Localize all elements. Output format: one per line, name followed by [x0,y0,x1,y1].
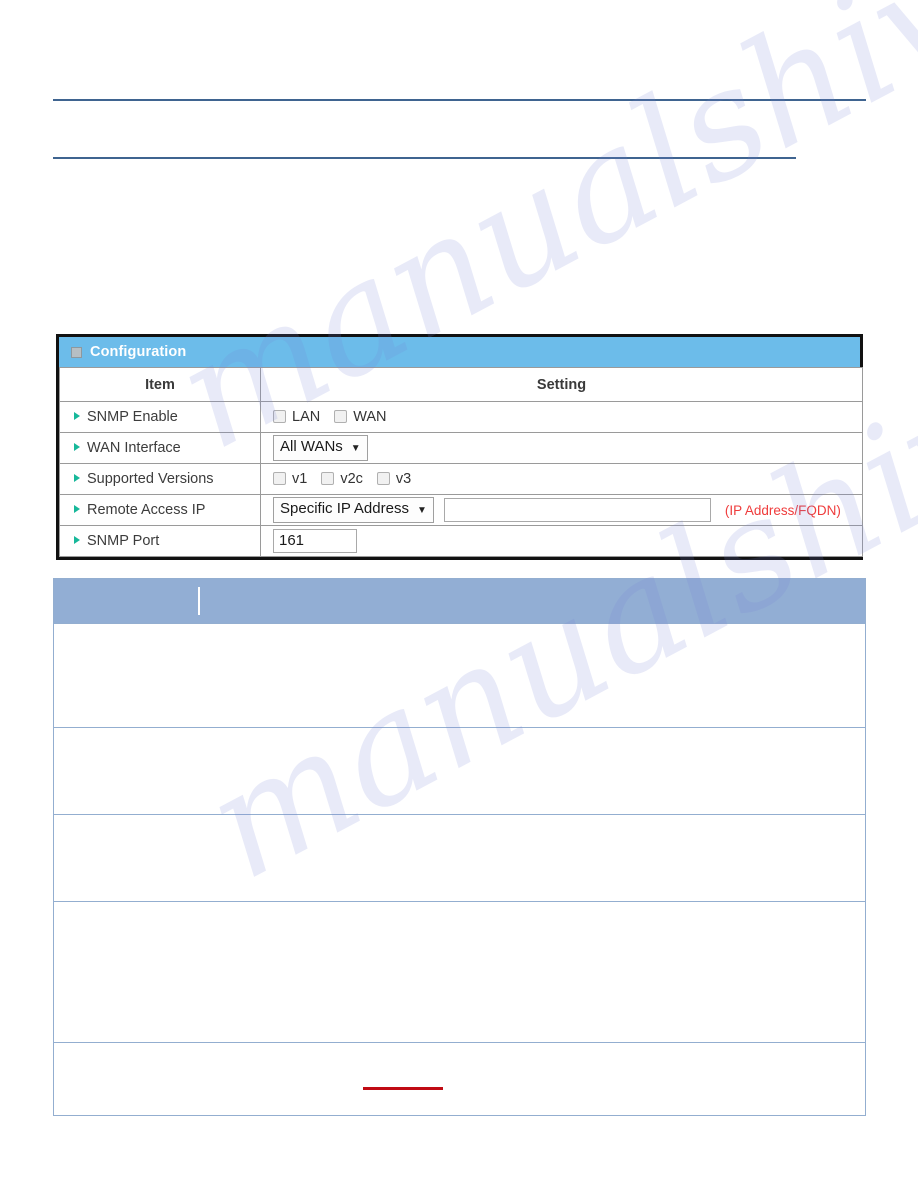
wan-interface-select-value: All WANs [280,438,343,455]
checkbox-wan[interactable] [334,410,348,423]
table-row: SNMP Port 161 [59,525,863,557]
header-divider-second [53,157,796,159]
remote-access-ip-select[interactable]: Specific IP Address ▼ [273,497,434,523]
bullet-arrow-icon [74,505,80,513]
description-row [54,814,865,901]
column-header-setting: Setting [260,367,863,402]
row-setting-wan-interface: All WANs ▼ [260,432,863,464]
chevron-down-icon: ▼ [350,443,361,454]
checkbox-label-wan: WAN [353,409,387,425]
row-setting-snmp-port: 161 [260,525,863,557]
description-row [54,1042,865,1115]
checkbox-label-v1: v1 [292,471,308,487]
bullet-arrow-icon [74,412,80,420]
table-row: Remote Access IP Specific IP Address ▼ (I… [59,494,863,526]
row-setting-supported-versions: v1 v2c v3 [260,463,863,495]
bullet-arrow-icon [74,474,80,482]
checkbox-lan[interactable] [273,410,286,423]
header-divider-top [53,99,866,101]
description-panel-header [54,579,865,623]
bullet-arrow-icon [74,443,80,451]
description-row [54,727,865,814]
row-setting-snmp-enable: LAN WAN [260,401,863,433]
bullet-arrow-icon [74,536,80,544]
snmp-port-input[interactable]: 161 [273,529,357,553]
table-row: WAN Interface All WANs ▼ [59,432,863,464]
remote-access-ip-hint: (IP Address/FQDN) [724,502,841,518]
checkbox-v1[interactable] [273,472,286,485]
wan-interface-select[interactable]: All WANs ▼ [273,435,368,461]
chevron-down-icon: ▼ [416,505,427,516]
description-panel [53,578,866,1116]
table-row: SNMP Enable LAN WAN [59,401,863,433]
minimize-square-icon[interactable] [71,346,82,358]
configuration-table: Item Setting SNMP Enable LAN WAN WAN Inte… [59,367,863,557]
configuration-panel: Configuration Item Setting SNMP Enable L… [56,334,863,560]
row-label-snmp-port: SNMP Port [59,525,261,557]
description-header-column-divider [198,587,200,615]
row-setting-remote-access-ip: Specific IP Address ▼ (IP Address/FQDN) [260,494,863,526]
remote-access-ip-input[interactable] [443,498,711,522]
remote-access-ip-select-value: Specific IP Address [280,500,409,517]
checkbox-label-lan: LAN [292,409,321,425]
table-row: Supported Versions v1 v2c v3 [59,463,863,495]
configuration-panel-header: Configuration [59,337,860,367]
row-label-supported-versions: Supported Versions [59,463,261,495]
configuration-panel-title: Configuration [90,344,187,360]
description-row [54,623,865,727]
red-underline-mark [363,1087,443,1090]
checkbox-v3[interactable] [376,472,390,485]
checkbox-label-v3: v3 [395,471,412,487]
checkbox-v2c[interactable] [321,472,335,485]
row-label-remote-access-ip: Remote Access IP [59,494,261,526]
row-label-snmp-enable: SNMP Enable [59,401,261,433]
description-row [54,901,865,1042]
column-header-item: Item [59,367,261,402]
checkbox-label-v2c: v2c [340,471,363,487]
table-header-row: Item Setting [59,367,863,402]
row-label-wan-interface: WAN Interface [59,432,261,464]
